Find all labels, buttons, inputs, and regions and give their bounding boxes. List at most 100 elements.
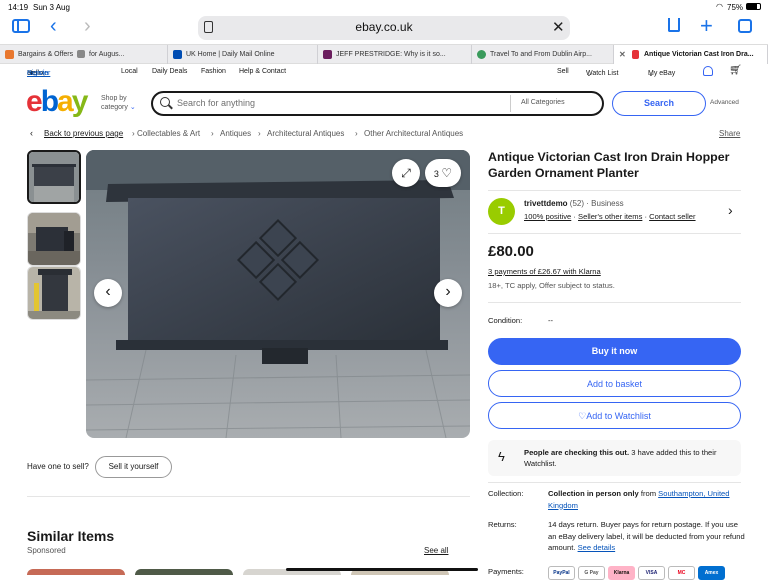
divider [488,233,741,234]
tab-jeff-prestridge[interactable]: JEFF PRESTRIDGE: Why is it so... [318,45,472,64]
returns-label: Returns: [488,520,517,529]
watch-heart-button[interactable]: 3 ♡ [425,159,461,187]
add-to-basket-button[interactable]: Add to basket [488,370,741,397]
time: 14:19 [8,3,29,12]
seller-other-items-link[interactable]: Seller's other items [578,212,642,221]
seller-links: 100% positive · Seller's other items · C… [524,212,696,221]
divider [27,496,470,497]
breadcrumb-item[interactable]: Antiques [220,129,251,138]
share-link[interactable]: Share [719,129,740,138]
price: £80.00 [488,243,534,260]
this-is-money-icon [323,50,332,59]
thumbnail-image [28,267,80,319]
breadcrumb: ‹ Back to previous page › Collectables &… [28,128,768,140]
url-bar[interactable]: ebay.co.uk ✕ [198,16,570,40]
breadcrumb-item[interactable]: Other Architectural Antiques [364,129,463,138]
next-image-icon[interactable]: › [434,279,462,307]
ebay-top-nav: Hello, Sign in or register Local Daily D… [27,65,742,78]
seller-avatar[interactable]: T [488,198,515,225]
nav-help-contact[interactable]: Help & Contact [239,68,286,75]
wifi-icon: ◠ [716,2,723,11]
condition-label: Condition: [488,316,523,325]
nav-daily-deals[interactable]: Daily Deals [152,68,187,75]
category-select[interactable]: All Categories [521,99,565,106]
back-to-previous-link[interactable]: Back to previous page [44,129,123,138]
new-tab-icon[interactable]: + [700,13,713,39]
ebay-logo[interactable]: ebay [26,87,88,117]
see-details-link[interactable]: See details [578,543,616,552]
ebay-favicon-icon [632,50,639,59]
tab-bargains[interactable]: Bargains & Offers for Augus... [0,45,168,64]
see-all-link[interactable]: See all [424,546,448,555]
cart-icon[interactable]: 🛒︎ [729,65,742,76]
similar-items-heading: Similar Items [27,528,115,544]
back-arrow-icon[interactable]: ‹ [30,128,33,138]
chevron-down-icon: ⌄ [586,71,592,78]
main-product-image[interactable]: ⤢ 3 ♡ ‹ › [86,150,470,438]
add-to-watchlist-button[interactable]: ♡Add to Watchlist [488,402,741,429]
watch-count: 3 [433,169,439,179]
url-text: ebay.co.uk [355,20,413,34]
tab-daily-mail[interactable]: UK Home | Daily Mail Online [168,45,318,64]
collection-label: Collection: [488,489,524,498]
tab-bar: Bargains & Offers for Augus... UK Home |… [0,44,768,64]
expand-icon[interactable]: ⤢ [392,159,420,187]
heart-icon: ♡ [578,411,587,421]
sell-it-yourself-button[interactable]: Sell it yourself [95,456,172,478]
dailymail-icon [173,50,182,59]
search-placeholder: Search for anything [177,98,256,108]
tab-thumb-icon [77,50,86,59]
mastercard-icon: MC [668,566,695,580]
advanced-search-link[interactable]: Advanced [710,99,739,106]
returns-value: 14 days return. Buyer pays for return po… [548,520,745,552]
similar-item-image[interactable] [27,569,125,575]
flame-icon [5,50,14,59]
have-one-to-sell: Have one to sell? [27,462,89,471]
similar-item-image[interactable] [135,569,233,575]
seller-name[interactable]: trivettdemo [524,199,568,208]
breadcrumb-item[interactable]: Collectables & Art [137,129,200,138]
register-link[interactable]: register [27,70,50,77]
nav-fashion[interactable]: Fashion [201,68,226,75]
close-tab-icon[interactable]: ✕ [619,45,626,64]
nav-local[interactable]: Local [121,68,138,75]
chevron-down-icon: ⌄ [129,103,136,111]
airport-icon [477,50,486,59]
shop-by-category[interactable]: Shop by category ⌄ [101,95,136,112]
thumbnail-1[interactable] [27,150,81,204]
contact-seller-link[interactable]: Contact seller [649,212,695,221]
forward-icon[interactable]: › [84,15,91,38]
klarna-link[interactable]: 3 payments of £26.67 with Klarna [488,267,601,276]
back-icon[interactable]: ‹ [50,15,57,38]
people-checking-banner: ϟ People are checking this out. 3 have a… [488,440,741,476]
breadcrumb-sep: › [211,129,214,138]
buy-it-now-button[interactable]: Buy it now [488,338,741,365]
tab-ebay-active[interactable]: ✕ Antique Victorian Cast Iron Dra... [614,45,768,64]
thumbnail-3[interactable] [27,266,81,320]
seller-type: Business [591,199,624,208]
paypal-icon: PayPal [548,566,575,580]
breadcrumb-item[interactable]: Architectural Antiques [267,129,344,138]
sidebar-icon[interactable] [12,19,30,33]
search-button[interactable]: Search [612,91,706,116]
status-bar: 14:19 Sun 3 Aug ◠ 75% [0,0,768,14]
chevron-right-icon[interactable]: › [728,202,733,218]
battery-percent: 75% [727,3,744,12]
clear-url-icon[interactable]: ✕ [552,18,565,36]
notification-bell-icon[interactable] [703,66,713,76]
checking-bold: People are checking this out. [524,448,630,457]
positive-feedback-link[interactable]: 100% positive [524,212,571,221]
thumbnail-image [28,213,80,265]
listing-title: Antique Victorian Cast Iron Drain Hopper… [488,150,730,180]
chevron-down-icon: ⌄ [648,71,654,78]
tabs-overview-icon[interactable] [738,19,752,33]
seller-name-row: trivettdemo (52) · Business [524,199,624,208]
share-icon[interactable] [668,18,680,32]
thumbnail-2[interactable] [27,212,81,266]
lightning-icon: ϟ [498,449,505,464]
search-box[interactable]: Search for anything All Categories [151,91,604,116]
google-pay-icon: G Pay [578,566,605,580]
previous-image-icon[interactable]: ‹ [94,279,122,307]
nav-sell[interactable]: Sell [557,68,569,75]
tab-dublin-airport[interactable]: Travel To and From Dublin Airp... [472,45,614,64]
